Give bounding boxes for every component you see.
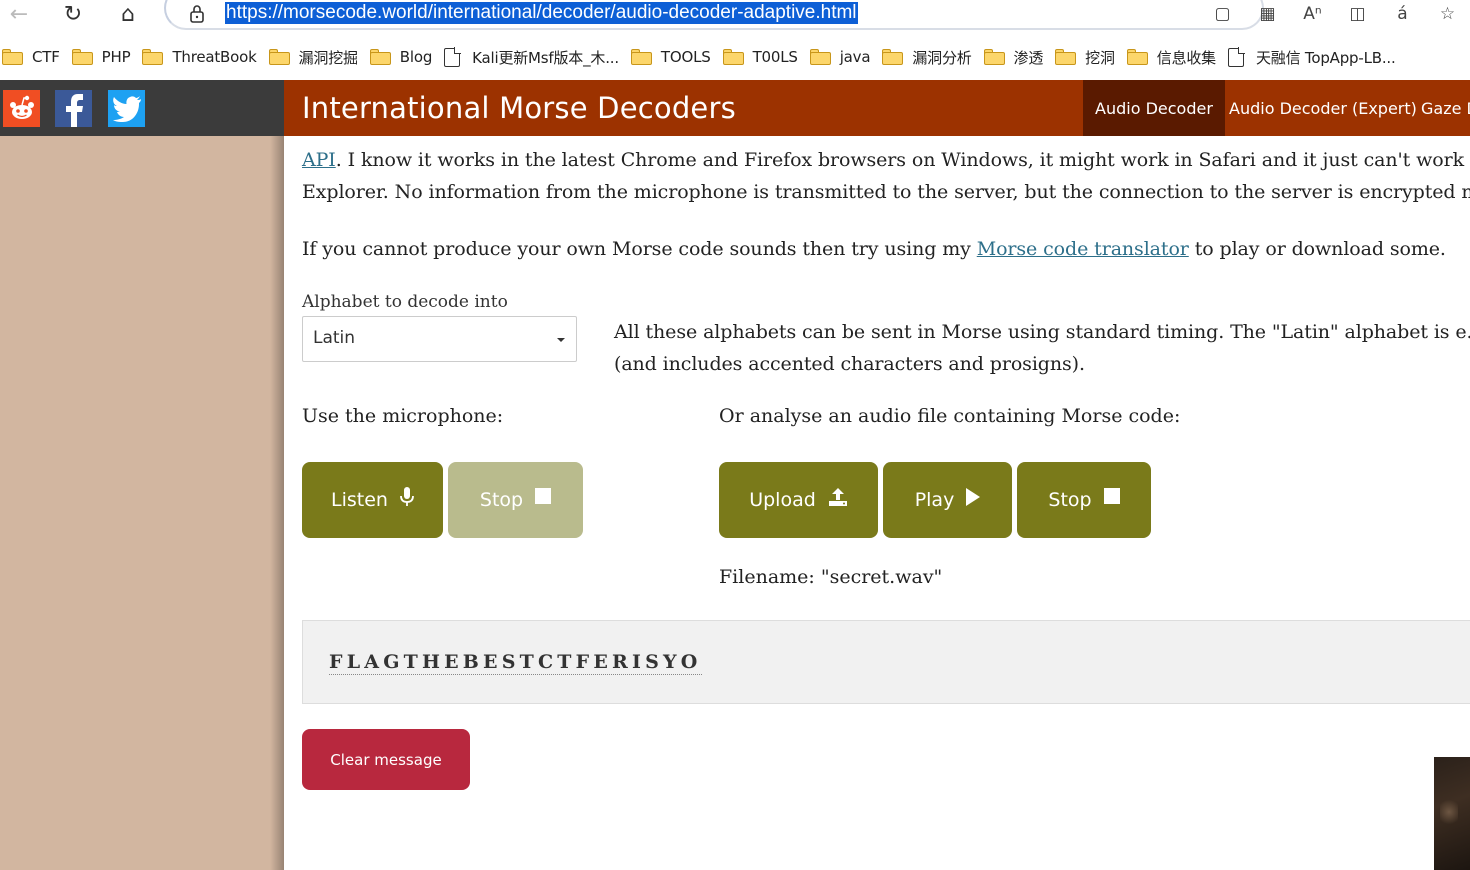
bookmark-item[interactable]: Kali更新Msf版本_木... bbox=[444, 46, 625, 68]
bookmark-item[interactable]: 漏洞挖掘 bbox=[268, 47, 364, 68]
folder-icon bbox=[809, 49, 831, 65]
reddit-icon[interactable] bbox=[3, 90, 40, 127]
address-bar-row: ← ↻ ⌂ https://morsecode.world/internatio… bbox=[0, 0, 1470, 36]
reader-icon[interactable]: ◫ bbox=[1335, 0, 1380, 28]
alphabet-select[interactable]: Latin bbox=[302, 316, 577, 362]
bookmark-item[interactable]: CTF bbox=[2, 48, 66, 66]
folder-icon bbox=[983, 49, 1005, 65]
microphone-label: Use the microphone: bbox=[302, 405, 504, 427]
bookmark-item[interactable]: TOOLS bbox=[630, 48, 717, 66]
bookmark-item[interactable]: Blog bbox=[369, 48, 438, 66]
bookmark-item[interactable]: 天融信 TopApp-LB... bbox=[1227, 46, 1402, 68]
bookmark-item[interactable]: 渗透 bbox=[983, 47, 1050, 68]
main-content: API. I know it works in the latest Chrom… bbox=[284, 136, 1470, 870]
facebook-icon[interactable] bbox=[55, 90, 92, 127]
folder-icon bbox=[1055, 49, 1077, 65]
folder-icon bbox=[630, 49, 652, 65]
folder-icon bbox=[71, 49, 93, 65]
play-button[interactable]: Play bbox=[883, 462, 1012, 538]
page-icon bbox=[1227, 46, 1245, 67]
microphone-icon bbox=[400, 487, 414, 506]
stop-icon bbox=[1103, 488, 1120, 504]
site-header: International Morse Decoders Audio Decod… bbox=[284, 80, 1470, 136]
upload-icon bbox=[828, 488, 847, 506]
left-sidebar bbox=[0, 80, 284, 870]
folder-icon bbox=[1126, 49, 1148, 65]
folder-icon bbox=[268, 49, 290, 65]
alphabet-note: All these alphabets can be sent in Morse… bbox=[614, 321, 1470, 375]
folder-icon bbox=[722, 49, 744, 65]
bookmarks-bar: CTF PHP ThreatBook 漏洞挖掘 Blog Kali更新Msf版本… bbox=[0, 40, 1470, 74]
folder-icon bbox=[2, 49, 23, 65]
decoded-text: FLAGTHEBESTCTFERISYO bbox=[329, 651, 702, 675]
stop-icon bbox=[535, 488, 552, 504]
morse-translator-link[interactable]: Morse code translator bbox=[977, 238, 1189, 260]
translator-paragraph: If you cannot produce your own Morse cod… bbox=[302, 238, 1446, 260]
decoded-output-box: FLAGTHEBESTCTFERISYO bbox=[302, 620, 1470, 704]
api-link[interactable]: API bbox=[302, 149, 336, 171]
clear-message-button[interactable]: Clear message bbox=[302, 729, 470, 790]
bookmark-item[interactable]: T00LS bbox=[722, 48, 804, 66]
site-title[interactable]: International Morse Decoders bbox=[302, 91, 736, 125]
stop-file-button[interactable]: Stop bbox=[1017, 462, 1151, 538]
ad-image bbox=[1434, 757, 1470, 870]
tab-audio-decoder-expert[interactable]: Audio Decoder (Expert) bbox=[1217, 80, 1429, 136]
audio-file-label: Or analyse an audio file containing Mors… bbox=[719, 405, 1181, 427]
home-icon[interactable]: ⌂ bbox=[113, 0, 143, 28]
bookmark-item[interactable]: 漏洞分析 bbox=[882, 47, 977, 68]
bookmark-item[interactable]: 信息收集 bbox=[1126, 47, 1222, 68]
filename-text: Filename: "secret.wav" bbox=[719, 566, 943, 588]
tab-audio-decoder[interactable]: Audio Decoder bbox=[1083, 80, 1225, 136]
bookmark-item[interactable]: 挖洞 bbox=[1055, 47, 1121, 68]
favorite-icon[interactable]: ☆ bbox=[1425, 0, 1470, 28]
reload-icon[interactable]: ↻ bbox=[58, 0, 88, 28]
back-icon[interactable]: ← bbox=[4, 0, 34, 28]
alphabet-label: Alphabet to decode into bbox=[302, 292, 508, 312]
play-icon bbox=[966, 488, 981, 506]
bookmark-item[interactable]: ThreatBook bbox=[142, 48, 262, 66]
page-icon bbox=[444, 46, 462, 67]
bookmark-item[interactable]: PHP bbox=[71, 48, 137, 66]
apps-icon[interactable]: ▦ bbox=[1245, 0, 1290, 28]
stop-microphone-button[interactable]: Stop bbox=[448, 462, 583, 538]
intro-paragraph: API. I know it works in the latest Chrom… bbox=[302, 149, 1470, 203]
folder-icon bbox=[882, 49, 904, 65]
twitter-icon[interactable] bbox=[108, 90, 145, 127]
folder-icon bbox=[142, 49, 164, 65]
tab-gaze-decoder[interactable]: Gaze D bbox=[1409, 80, 1470, 136]
upload-button[interactable]: Upload bbox=[719, 462, 878, 538]
bookmark-item[interactable]: java bbox=[809, 48, 877, 66]
device-icon[interactable]: ▢ bbox=[1200, 0, 1245, 28]
url-text[interactable]: https://morsecode.world/international/de… bbox=[225, 2, 858, 24]
social-bar bbox=[0, 80, 284, 136]
folder-icon bbox=[369, 49, 391, 65]
read-aloud-icon[interactable]: Aⁿ bbox=[1290, 0, 1335, 28]
listen-button[interactable]: Listen bbox=[302, 462, 443, 538]
alphabet-select-value: Latin bbox=[313, 328, 356, 348]
translate-icon[interactable]: á bbox=[1380, 0, 1425, 28]
lock-icon[interactable] bbox=[186, 3, 208, 25]
toolbar-icons: ▢ ▦ Aⁿ ◫ á ☆ bbox=[1200, 0, 1470, 28]
chevron-down-icon bbox=[557, 338, 565, 342]
